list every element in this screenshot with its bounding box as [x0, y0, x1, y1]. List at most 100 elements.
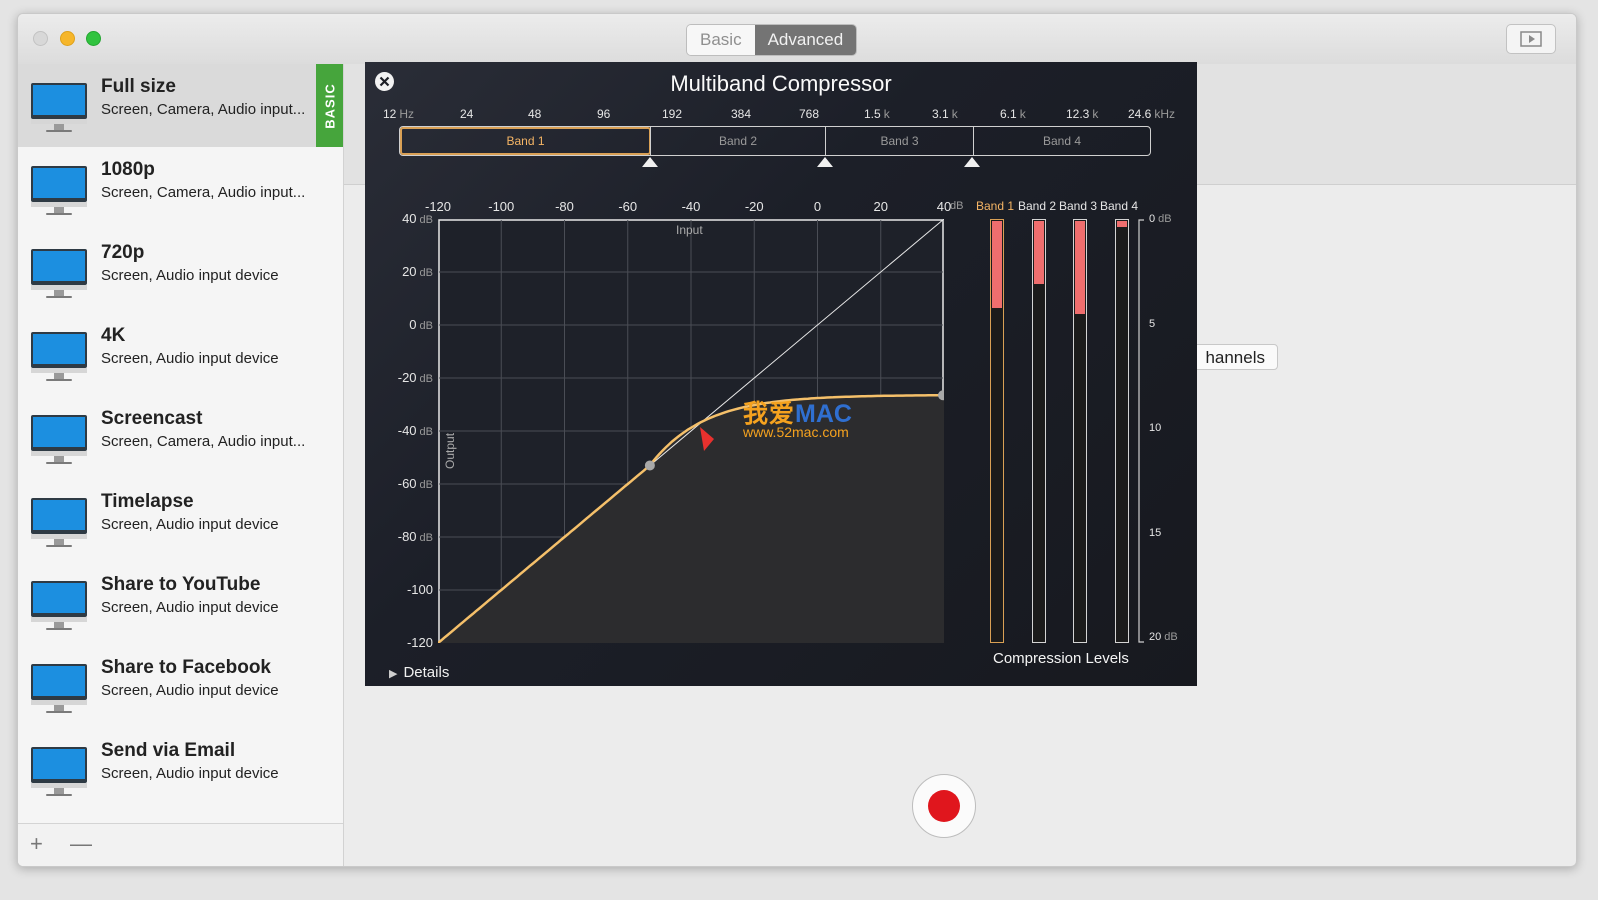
- output-tick-label: -100: [407, 582, 433, 597]
- input-tick-label: -60: [618, 199, 638, 214]
- preset-name: Full size: [101, 76, 176, 97]
- output-tick-unit: dB: [419, 532, 433, 544]
- basic-badge-label: BASIC: [322, 82, 337, 129]
- meter-scale-unit: dB: [1158, 213, 1172, 225]
- band-1-tab[interactable]: Band 1: [400, 127, 651, 155]
- band-2-tab[interactable]: Band 2: [651, 127, 825, 155]
- frequency-unit: k: [1019, 107, 1026, 121]
- input-unit-label: dB: [950, 200, 964, 212]
- monitor-icon: [31, 664, 87, 713]
- presets-sidebar: Full size Screen, Camera, Audio input... B…: [18, 64, 344, 866]
- preset-name: Send via Email: [101, 740, 236, 761]
- frequency-value: 48: [528, 107, 542, 121]
- transfer-curve-graph[interactable]: Input Output: [438, 219, 944, 643]
- remove-preset-button[interactable]: —: [70, 831, 92, 857]
- frequency-value: 1.5: [864, 107, 881, 121]
- basic-badge: BASIC: [316, 64, 343, 147]
- preset-item[interactable]: 4K Screen, Audio input device: [18, 313, 343, 396]
- minimize-window-button[interactable]: [60, 31, 75, 46]
- crossover-3-handle[interactable]: [964, 157, 980, 167]
- output-tick-label: -20 dB: [398, 370, 433, 385]
- frequency-value: 768: [799, 107, 820, 121]
- mode-basic-button[interactable]: Basic: [687, 25, 755, 55]
- input-axis-label: Input: [676, 223, 703, 237]
- frequency-label: 24: [460, 107, 473, 121]
- frequency-unit: Hz: [399, 107, 415, 121]
- frequency-label: 192: [662, 107, 682, 121]
- preset-name: 4K: [101, 325, 126, 346]
- disclosure-triangle-icon: ▶: [389, 668, 398, 680]
- preset-item[interactable]: 720p Screen, Audio input device: [18, 230, 343, 313]
- output-tick-label: 20 dB: [402, 264, 433, 279]
- preset-description: Screen, Audio input device: [101, 765, 279, 782]
- monitor-icon: [31, 83, 87, 132]
- meter-1-label: Band 1: [976, 199, 1015, 213]
- frequency-label: 12 Hz: [383, 107, 414, 121]
- meter-fill: [1034, 221, 1044, 285]
- band-3-tab[interactable]: Band 3: [826, 127, 973, 155]
- frequency-value: 12: [383, 107, 397, 121]
- preset-description: Screen, Audio input device: [101, 599, 279, 616]
- crossover-2-handle[interactable]: [817, 157, 833, 167]
- meter-scale-value: 0: [1149, 213, 1156, 225]
- frequency-label: 768: [799, 107, 819, 121]
- output-tick-unit: dB: [419, 373, 433, 385]
- meter-2-label: Band 2: [1018, 199, 1057, 213]
- output-axis-label: Output: [443, 432, 457, 469]
- preset-description: Screen, Audio input device: [101, 682, 279, 699]
- monitor-icon: [31, 332, 87, 381]
- output-tick-label: 40 dB: [402, 211, 433, 226]
- preset-item[interactable]: Screencast Screen, Camera, Audio input...: [18, 396, 343, 479]
- band-4-tab[interactable]: Band 4: [974, 127, 1150, 155]
- frequency-label: 1.5 k: [864, 107, 890, 121]
- frequency-value: 6.1: [1000, 107, 1017, 121]
- preview-button[interactable]: [1506, 24, 1556, 54]
- crossover-1-handle[interactable]: [642, 157, 658, 167]
- play-window-icon: [1520, 31, 1542, 47]
- monitor-icon: [31, 166, 87, 215]
- frequency-value: 12.3: [1066, 107, 1090, 121]
- frequency-label: 6.1 k: [1000, 107, 1026, 121]
- monitor-icon: [31, 498, 87, 547]
- output-tick-value: -20: [397, 370, 417, 385]
- preset-item[interactable]: Share to YouTube Screen, Audio input devi…: [18, 562, 343, 645]
- band-selector: Band 1 Band 2 Band 3 Band 4: [399, 126, 1151, 156]
- preset-name: 1080p: [101, 159, 155, 180]
- meter-3-label: Band 3: [1059, 199, 1098, 213]
- details-disclosure[interactable]: ▶ Details: [389, 664, 449, 681]
- frequency-label: 48: [528, 107, 541, 121]
- preset-name: Share to YouTube: [101, 574, 261, 595]
- preset-name: Timelapse: [101, 491, 194, 512]
- frequency-unit: k: [951, 107, 958, 121]
- record-button[interactable]: [912, 774, 976, 838]
- frequency-label: 24.6 kHz: [1128, 107, 1175, 121]
- preset-description: Screen, Camera, Audio input...: [101, 101, 306, 118]
- mode-advanced-button[interactable]: Advanced: [754, 25, 857, 55]
- close-window-button[interactable]: [33, 31, 48, 46]
- preset-name: 720p: [101, 242, 145, 263]
- output-tick-value: -120: [406, 635, 433, 650]
- preset-name: Share to Facebook: [101, 657, 271, 678]
- band-1-compression-meter: [990, 219, 1004, 643]
- output-tick-value: -40: [397, 423, 417, 438]
- frequency-value: 384: [731, 107, 752, 121]
- zoom-window-button[interactable]: [86, 31, 101, 46]
- frequency-unit: k: [1092, 107, 1099, 121]
- frequency-value: 24.6: [1128, 107, 1152, 121]
- preset-item[interactable]: Full size Screen, Camera, Audio input... B…: [18, 64, 343, 147]
- preset-item[interactable]: Timelapse Screen, Audio input device: [18, 479, 343, 562]
- record-icon: [928, 790, 960, 822]
- preset-item[interactable]: Share to Facebook Screen, Audio input dev…: [18, 645, 343, 728]
- frequency-value: 96: [597, 107, 611, 121]
- preset-item[interactable]: Send via Email Screen, Audio input device: [18, 728, 343, 811]
- knee-handle[interactable]: [644, 460, 655, 471]
- output-tick-value: -60: [397, 476, 417, 491]
- output-tick-unit: dB: [419, 426, 433, 438]
- frequency-unit: kHz: [1154, 107, 1176, 121]
- mode-segmented-control: Basic Advanced: [686, 24, 858, 56]
- band-2-compression-meter: [1032, 219, 1046, 643]
- meter-4-label: Band 4: [1100, 199, 1139, 213]
- preset-item[interactable]: 1080p Screen, Camera, Audio input...: [18, 147, 343, 230]
- add-preset-button[interactable]: +: [30, 831, 43, 857]
- meter-scale-value: 10: [1149, 422, 1162, 434]
